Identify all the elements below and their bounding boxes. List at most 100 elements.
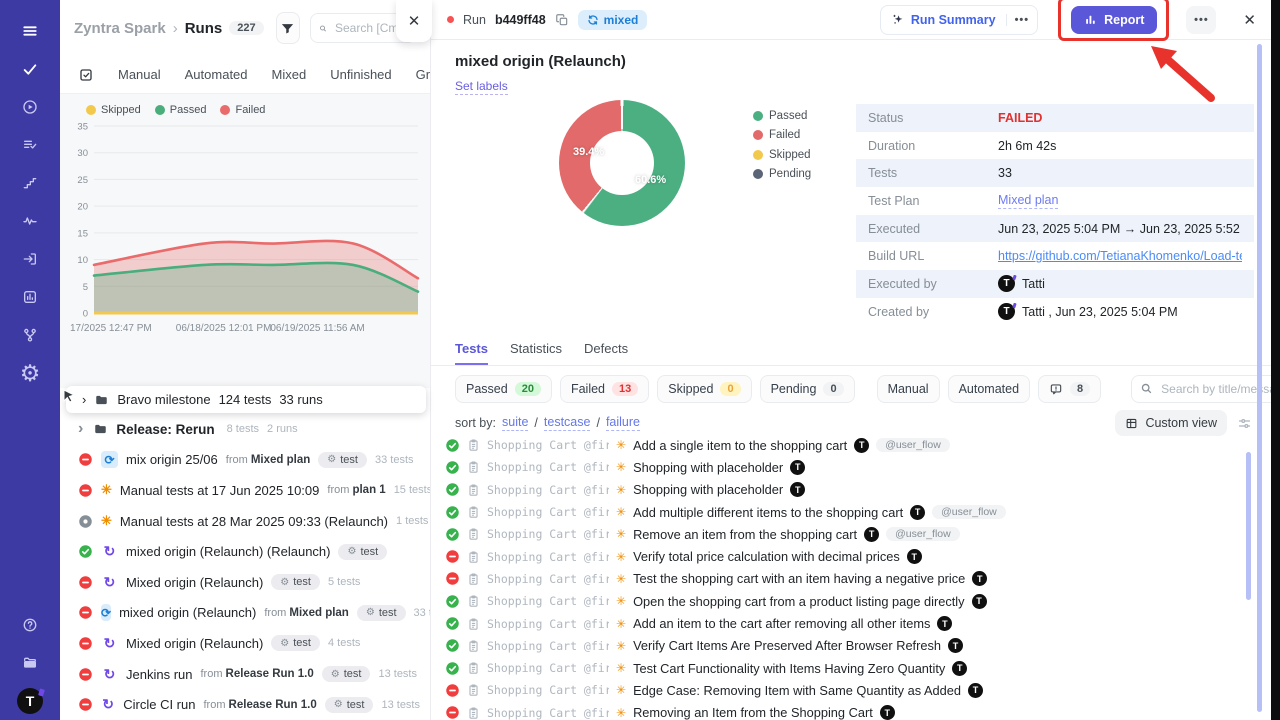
run-list-item[interactable]: ↻mixed origin (Relaunch) (Relaunch)⚙test (60, 536, 430, 567)
report-button[interactable]: Report (1071, 6, 1157, 34)
select-all-icon[interactable] (78, 67, 94, 83)
status-failed-icon (445, 549, 460, 564)
branch-icon[interactable] (10, 316, 50, 354)
run-list-item[interactable]: ✳Manual tests at 28 Mar 2025 09:33 (Rela… (60, 506, 430, 537)
test-runs-list-icon[interactable] (10, 126, 50, 164)
check-icon[interactable] (10, 50, 50, 88)
run-from: from Mixed plan (264, 607, 349, 619)
filter-chip-failed[interactable]: Failed13 (560, 375, 649, 403)
run-list-item[interactable]: ↻Jenkins runfrom Release Run 1.0⚙test13 … (60, 659, 430, 690)
play-circle-icon[interactable] (10, 88, 50, 126)
settings-gear-icon[interactable]: ⚙ (10, 354, 50, 392)
filter-chip-manual[interactable]: Manual (877, 375, 940, 403)
runs-tab-unfinished[interactable]: Unfinished (330, 67, 391, 82)
run-name: Mixed origin (Relaunch) (126, 575, 263, 590)
tab-tests[interactable]: Tests (455, 341, 488, 365)
test-row[interactable]: Shopping Cart @firs...✳Add an item to th… (445, 612, 1246, 634)
donut-legend: PassedFailedSkippedPending (753, 106, 811, 184)
test-row[interactable]: Shopping Cart @firs...✳Verify total pric… (445, 545, 1246, 567)
runs-tab-manual[interactable]: Manual (118, 67, 161, 82)
testcase-clipboard-icon (467, 550, 480, 564)
comments-filter-chip[interactable]: 8 (1038, 375, 1101, 403)
runs-tab-mixed[interactable]: Mixed (272, 67, 307, 82)
test-row[interactable]: Shopping Cart @firs...✳Shopping with pla… (445, 479, 1246, 501)
menu-icon[interactable] (10, 12, 50, 50)
sort-by-testcase[interactable]: testcase (544, 415, 591, 431)
test-row[interactable]: Shopping Cart @firs...✳Shopping with pla… (445, 456, 1246, 478)
test-row[interactable]: Shopping Cart @firs...✳Add multiple diff… (445, 501, 1246, 523)
test-row[interactable]: Shopping Cart @firs...✳Test Cart Functio… (445, 657, 1246, 679)
filter-chip-automated[interactable]: Automated (948, 375, 1030, 403)
run-list-item[interactable]: ⟳mixed origin (Relaunch)from Mixed plan⚙… (60, 598, 430, 629)
chevron-right-icon[interactable]: › (82, 392, 86, 407)
run-list-item[interactable]: ↻Circle CI runfrom Release Run 1.0⚙test1… (60, 689, 430, 720)
help-icon[interactable] (10, 606, 50, 644)
status-passed-icon (445, 438, 460, 453)
run-list-item[interactable]: ↻Mixed origin (Relaunch)⚙test5 tests (60, 567, 430, 598)
copy-run-id-button[interactable] (555, 13, 569, 27)
build-url-link[interactable]: https://github.com/TetianaKhomenko/Load-… (998, 249, 1242, 263)
sort-by-suite[interactable]: suite (502, 415, 528, 431)
chevron-right-icon[interactable]: › (78, 421, 83, 437)
test-plan-link[interactable]: Mixed plan (998, 193, 1058, 209)
run-list-item[interactable]: ↻Mixed origin (Relaunch)⚙test4 tests (60, 628, 430, 659)
more-actions-button[interactable]: ••• (1186, 6, 1216, 34)
filter-chip-pending[interactable]: Pending0 (760, 375, 855, 403)
filter-chip-passed[interactable]: Passed20 (455, 375, 552, 403)
detail-value[interactable]: Mixed plan (998, 193, 1058, 209)
activity-pulse-icon[interactable] (10, 202, 50, 240)
run-folder-row-pinned[interactable]: ›Bravo milestone124 tests33 runs (66, 386, 426, 413)
run-list-item[interactable]: ⟳mix origin 25/06from Mixed plan⚙test33 … (60, 445, 430, 476)
testcase-clipboard-icon (467, 661, 480, 675)
svg-text:17/2025 12:47 PM: 17/2025 12:47 PM (70, 323, 152, 334)
testcase-clipboard-icon (467, 460, 480, 474)
tab-defects[interactable]: Defects (584, 341, 628, 365)
custom-view-button[interactable]: Custom view (1115, 410, 1227, 436)
panel-close-button[interactable]: ✕ (396, 0, 432, 42)
panel-scrollbar[interactable] (1257, 44, 1262, 712)
breadcrumb-project[interactable]: Zyntra Spark (74, 20, 166, 37)
milestones-steps-icon[interactable] (10, 164, 50, 202)
projects-folder-icon[interactable] (10, 644, 50, 682)
automated-test-icon: ✳ (616, 527, 626, 541)
run-from: from Release Run 1.0 (203, 699, 316, 711)
breadcrumb-page[interactable]: Runs (185, 20, 223, 37)
run-summary-more-button[interactable]: ••• (1006, 14, 1038, 26)
filter-count: 0 (823, 382, 843, 396)
close-run-panel-button[interactable]: ✕ (1243, 11, 1256, 29)
test-row[interactable]: Shopping Cart @firs...✳Remove an item fr… (445, 523, 1246, 545)
status-passed-icon (445, 505, 460, 520)
runs-chart-section: SkippedPassedFailed 0510152025303517/202… (60, 94, 430, 388)
run-list-item[interactable]: ✳Manual tests at 17 Jun 2025 10:09from p… (60, 475, 430, 506)
run-list-item[interactable]: ›Release: Rerun8 tests2 runs (60, 414, 430, 445)
tab-statistics[interactable]: Statistics (510, 341, 562, 365)
detail-value: 33 (998, 166, 1012, 180)
run-tests-count: 13 tests (378, 668, 417, 680)
sort-by-failure[interactable]: failure (606, 415, 640, 431)
test-row[interactable]: Shopping Cart @firs...✳Edge Case: Removi… (445, 679, 1246, 701)
automated-test-icon: ✳ (616, 550, 626, 564)
sort-separator: / (596, 416, 599, 430)
status-failed-icon (78, 697, 93, 712)
filter-chip-skipped[interactable]: Skipped0 (657, 375, 751, 403)
sign-in-icon[interactable] (10, 240, 50, 278)
status-failed-icon (78, 667, 93, 682)
runs-tab-automated[interactable]: Automated (185, 67, 248, 82)
test-title: Verify Cart Items Are Preserved After Br… (633, 638, 941, 653)
test-row[interactable]: Shopping Cart @firs...✳Test the shopping… (445, 568, 1246, 590)
detail-value[interactable]: https://github.com/TetianaKhomenko/Load-… (998, 249, 1242, 263)
result-legend-passed: Passed (753, 106, 811, 126)
view-settings-icon[interactable] (1237, 416, 1252, 431)
test-row[interactable]: Shopping Cart @firs...✳Add a single item… (445, 434, 1246, 456)
test-row[interactable]: Shopping Cart @firs...✳Removing an Item … (445, 702, 1246, 720)
reports-chart-icon[interactable] (10, 278, 50, 316)
tests-scrollbar[interactable] (1246, 452, 1251, 600)
test-row[interactable]: Shopping Cart @firs...✳Open the shopping… (445, 590, 1246, 612)
folder-count: 2 runs (267, 423, 298, 435)
set-labels-link[interactable]: Set labels (455, 79, 508, 95)
run-summary-button-group[interactable]: Run Summary ••• (880, 5, 1038, 35)
run-from: from plan 1 (327, 484, 385, 496)
filter-button[interactable] (276, 12, 300, 44)
test-row[interactable]: Shopping Cart @firs...✳Verify Cart Items… (445, 635, 1246, 657)
user-avatar[interactable]: T (10, 682, 50, 720)
